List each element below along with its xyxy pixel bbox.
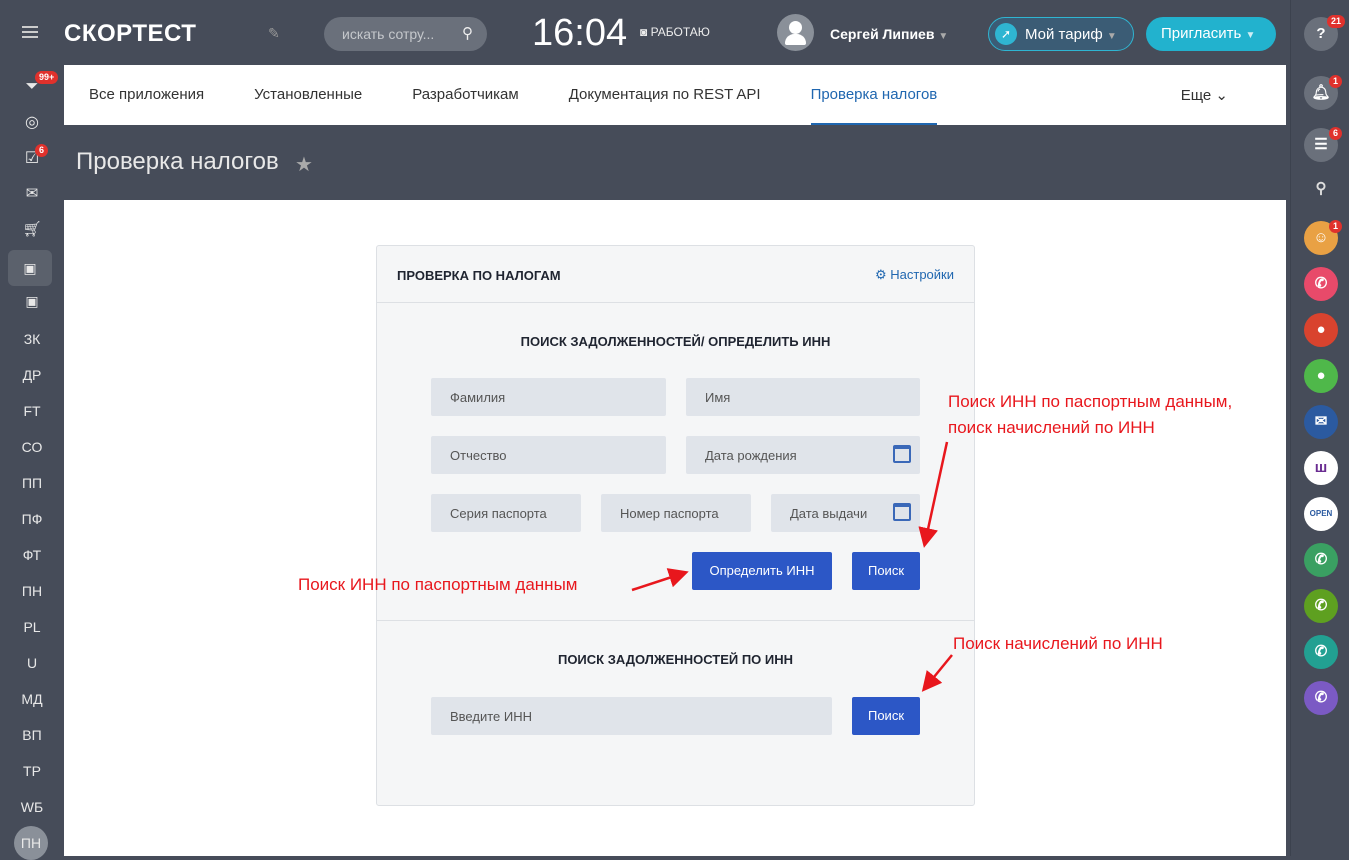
- arrow: [921, 654, 953, 692]
- arrow: [918, 441, 949, 548]
- annotation-arrows: [631, 441, 953, 692]
- arrow: [631, 568, 689, 592]
